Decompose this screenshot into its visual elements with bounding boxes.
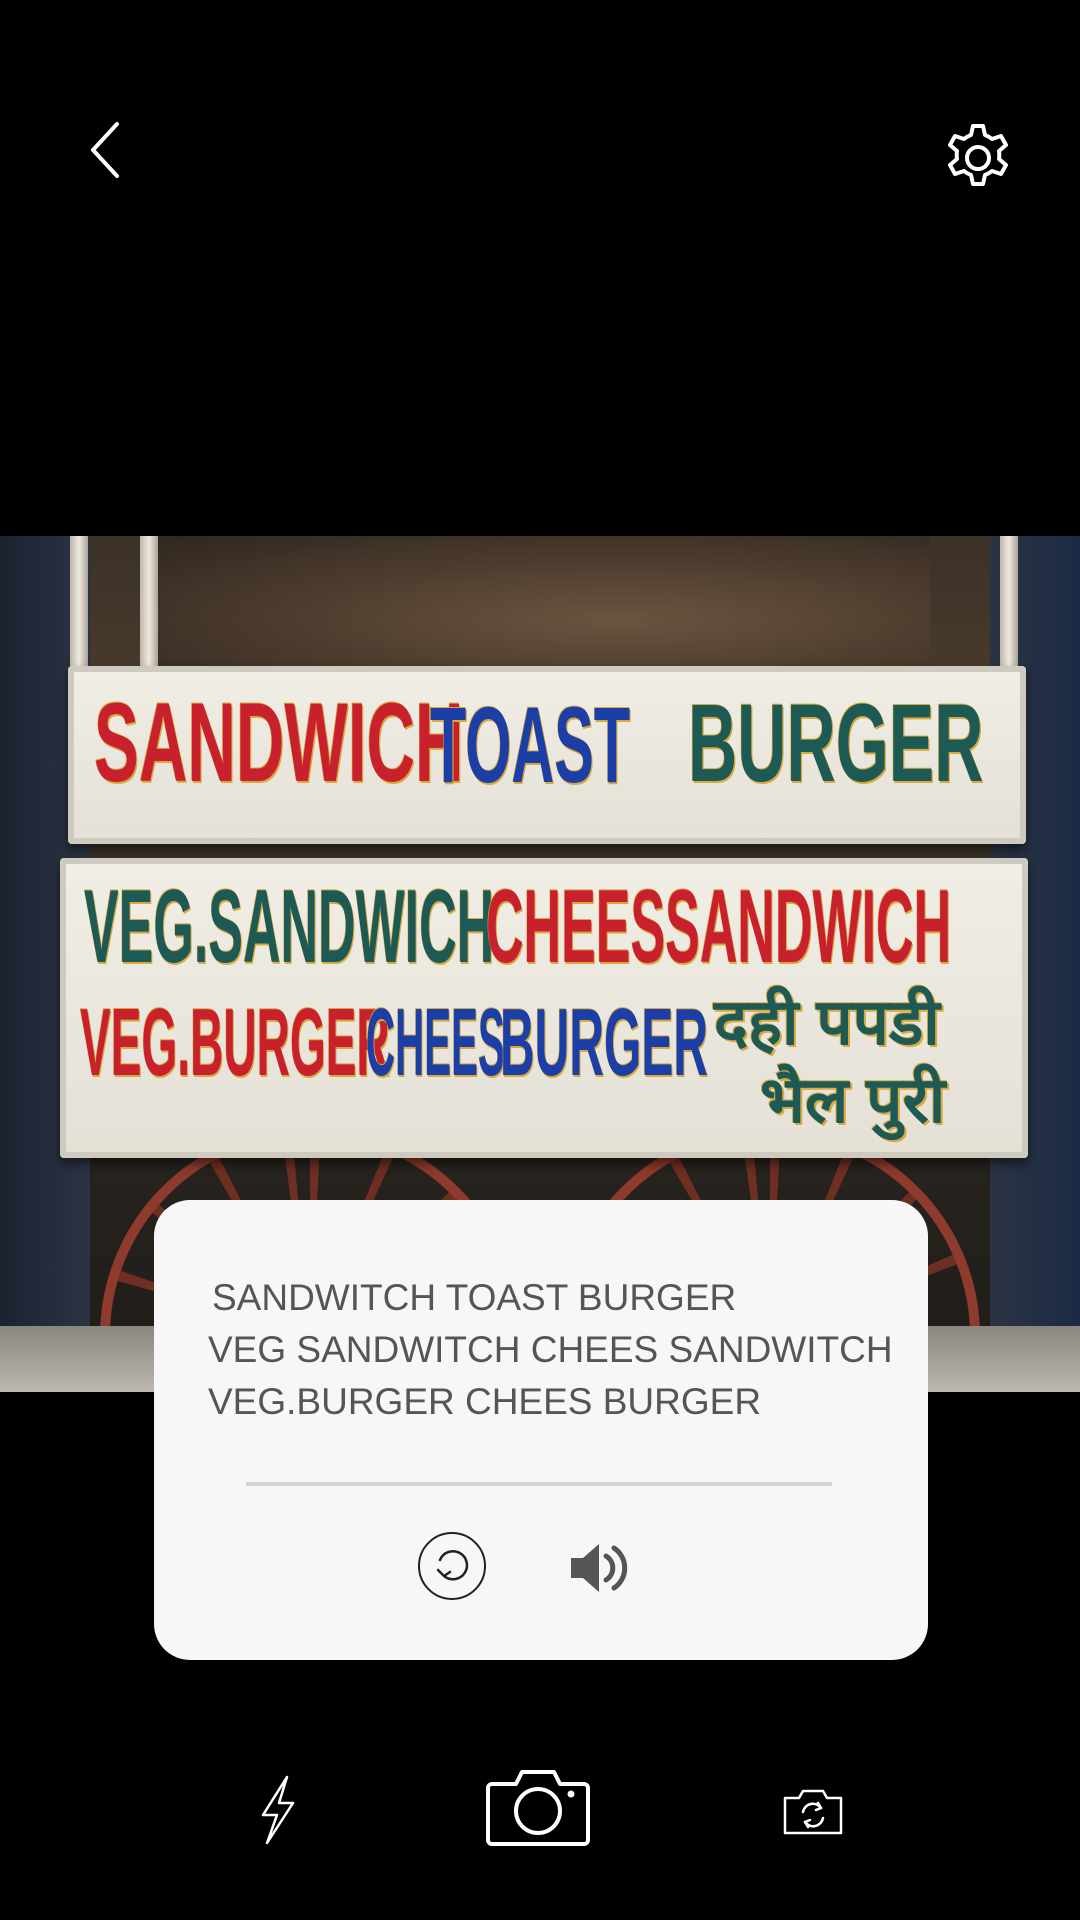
gear-icon <box>947 123 1008 186</box>
chevron-left-icon <box>91 122 119 178</box>
cart-post <box>70 536 88 686</box>
recognized-text[interactable]: SANDWITCH TOAST BURGER VEG SANDWITCH CHE… <box>208 1272 908 1428</box>
sign-word: BURGER <box>500 989 709 1096</box>
back-button[interactable] <box>70 110 140 190</box>
camera-icon <box>486 1770 590 1846</box>
recognized-text-line: VEG SANDWITCH CHEES SANDWITCH <box>208 1329 893 1370</box>
sign-word: CHEESSANDWICH <box>486 869 952 985</box>
flash-icon <box>261 1775 295 1845</box>
sign-word: BURGER <box>688 682 984 805</box>
recognized-text-card: SANDWITCH TOAST BURGER VEG SANDWITCH CHE… <box>154 1200 928 1660</box>
switch-camera-icon <box>783 1789 843 1835</box>
refresh-button[interactable] <box>416 1530 488 1602</box>
camera-translate-screen: SANDWICH TOAST BURGER VEG.SANDWICH CHEES… <box>0 0 1080 1920</box>
sign-word: SANDWICH <box>94 680 464 805</box>
sign-board-top: SANDWICH TOAST BURGER <box>68 666 1026 844</box>
sign-word: VEG.SANDWICH <box>84 869 495 985</box>
capture-button[interactable] <box>486 1764 590 1850</box>
settings-button[interactable] <box>935 115 1020 200</box>
photo-wall <box>150 536 930 676</box>
switch-camera-button[interactable] <box>780 1786 846 1838</box>
speaker-icon <box>571 1544 628 1592</box>
flash-button[interactable] <box>252 1770 302 1850</box>
speak-button[interactable] <box>562 1536 642 1600</box>
refresh-icon <box>418 1532 486 1600</box>
sign-word-hindi: दही पपडी <box>714 986 940 1058</box>
cart-post <box>140 536 158 686</box>
sign-word: CHEES <box>366 989 505 1096</box>
recognized-text-line: VEG.BURGER CHEES BURGER <box>208 1381 762 1422</box>
cart-post <box>1000 536 1018 686</box>
sign-word-hindi: भैल पुरी <box>760 1064 946 1136</box>
card-divider <box>246 1482 832 1486</box>
recognized-text-line: SANDWITCH TOAST BURGER <box>212 1277 737 1318</box>
sign-board-bottom: VEG.SANDWICH CHEESSANDWICH VEG.BURGER CH… <box>60 858 1028 1158</box>
sign-word: TOAST <box>430 684 631 805</box>
sign-word: VEG.BURGER <box>80 989 390 1096</box>
